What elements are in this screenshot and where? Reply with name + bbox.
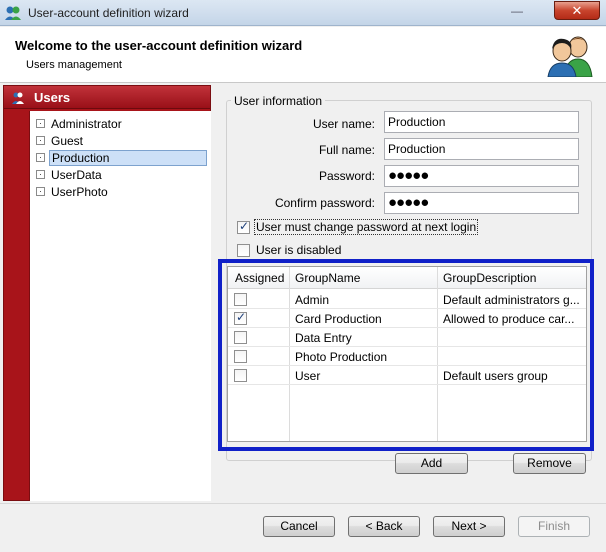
sidebar-title: Users [34,90,71,105]
expand-box[interactable] [36,170,45,179]
group-description-cell: Default administrators g... [443,293,580,307]
username-label: User name: [312,117,375,131]
column-header-assigned[interactable]: Assigned [235,271,284,285]
users-tree[interactable]: Administrator Guest Production UserData … [29,111,211,501]
confirm-password-label: Confirm password: [274,196,375,210]
close-button[interactable]: ✕ [554,1,600,20]
tree-item-label: Administrator [51,117,122,131]
must-change-password-checkbox[interactable] [237,219,250,234]
assigned-checkbox[interactable] [234,369,247,382]
group-name-cell: Data Entry [295,331,352,345]
cancel-button[interactable]: Cancel [263,516,335,537]
users-small-icon [12,92,24,104]
window-title: User-account definition wizard [28,6,189,20]
group-name-cell: Card Production [295,312,382,326]
must-change-password-label: User must change password at next login [254,219,479,235]
table-row[interactable]: User Default users group [228,366,586,385]
tree-item-label: UserData [51,168,102,182]
assigned-checkbox[interactable] [234,310,247,325]
table-row[interactable]: Admin Default administrators g... [228,290,586,309]
fullname-label: Full name: [318,143,375,157]
user-disabled-label: User is disabled [256,243,342,257]
users-icon [547,36,593,77]
assigned-checkbox[interactable] [234,350,247,363]
tree-item-administrator[interactable]: Administrator [36,116,208,132]
column-header-groupdescription[interactable]: GroupDescription [443,271,536,285]
group-name-cell: Admin [295,293,330,307]
tree-item-label: UserPhoto [51,185,108,199]
user-disabled-checkbox[interactable] [237,244,250,257]
add-button[interactable]: Add [395,453,468,474]
minimize-button[interactable]: — [507,2,527,20]
tree-item-userdata[interactable]: UserData [36,167,208,183]
back-button[interactable]: < Back [348,516,420,537]
title-bar: User-account definition wizard — ✕ [0,0,606,26]
page-subtitle: Users management [26,59,122,71]
username-field[interactable]: Production [384,111,579,133]
group-name-cell: Photo Production [295,350,388,364]
wizard-header: Welcome to the user-account definition w… [0,27,606,83]
table-row[interactable]: Card Production Allowed to produce car..… [228,309,586,328]
confirm-password-field[interactable]: ●●●●● [384,192,579,214]
next-button[interactable]: Next > [433,516,505,537]
assigned-checkbox[interactable] [234,331,247,344]
table-row[interactable]: Data Entry [228,328,586,347]
password-label: Password: [318,169,375,183]
footer-separator [0,503,606,504]
groups-grid[interactable]: Assigned GroupName GroupDescription Admi… [227,266,587,442]
expand-box[interactable] [36,153,45,162]
column-header-groupname[interactable]: GroupName [295,271,360,285]
remove-button[interactable]: Remove [513,453,586,474]
group-description-cell: Default users group [443,369,548,383]
grid-header: Assigned GroupName GroupDescription [228,267,586,289]
expand-box[interactable] [36,187,45,196]
tree-item-label: Production [49,150,207,166]
group-name-cell: User [295,369,321,383]
tree-item-guest[interactable]: Guest [36,133,208,149]
tree-item-production[interactable]: Production [36,150,208,166]
expand-box[interactable] [36,136,45,145]
group-description-cell: Allowed to produce car... [443,312,575,326]
expand-box[interactable] [36,119,45,128]
tree-item-userphoto[interactable]: UserPhoto [36,184,208,200]
user-info-title: User information [231,94,326,108]
assigned-checkbox[interactable] [234,293,247,306]
finish-button[interactable]: Finish [518,516,590,537]
app-icon [5,6,21,20]
page-title: Welcome to the user-account definition w… [15,38,303,53]
fullname-field[interactable]: Production [384,138,579,160]
table-row[interactable]: Photo Production [228,347,586,366]
password-field[interactable]: ●●●●● [384,165,579,187]
tree-item-label: Guest [51,134,84,148]
users-sidebar: Users Administrator Guest Production Use… [3,85,211,501]
sidebar-header: Users [4,86,210,109]
